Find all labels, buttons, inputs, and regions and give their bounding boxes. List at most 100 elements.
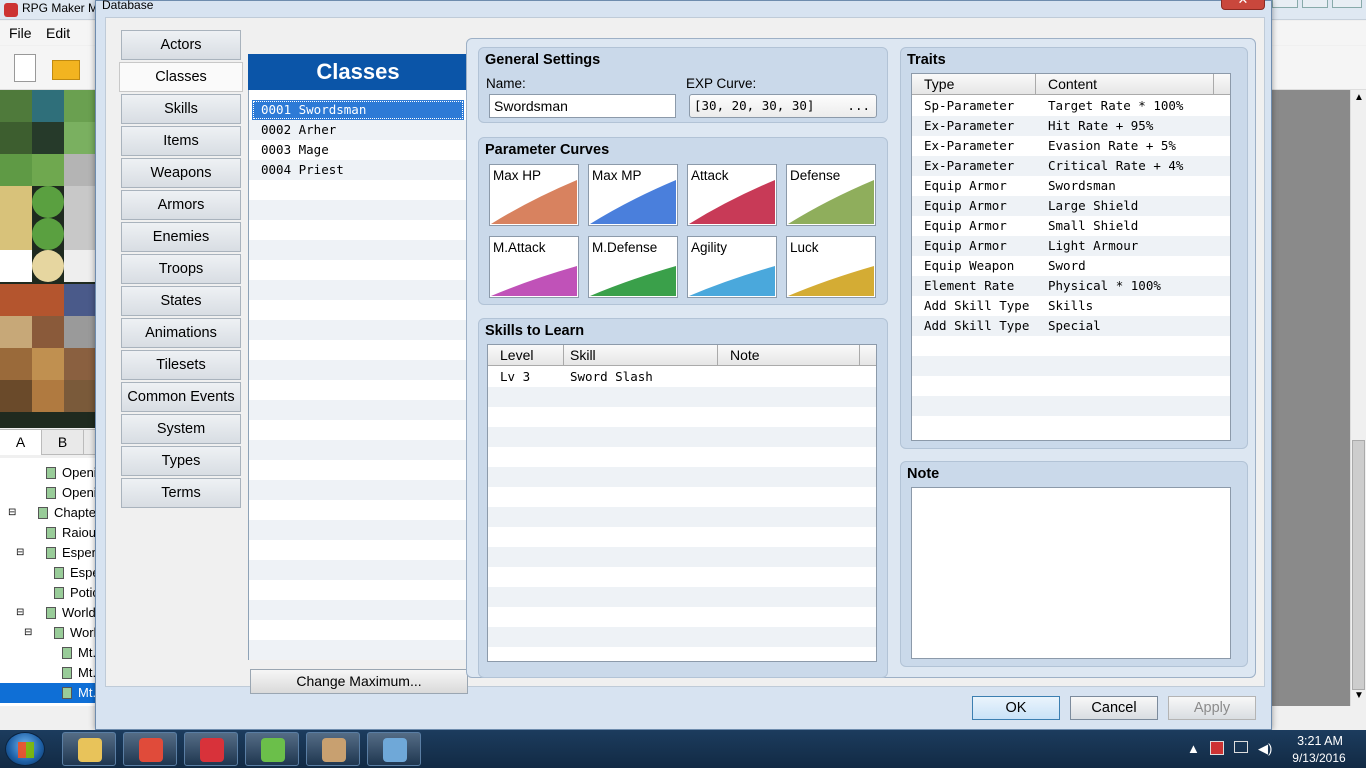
header-content[interactable]: Content [1036, 74, 1214, 95]
start-button[interactable] [5, 732, 45, 766]
taskbar-app[interactable] [367, 732, 421, 766]
header-skill[interactable]: Skill [564, 345, 718, 366]
skill-row-empty[interactable] [488, 467, 876, 487]
class-row-empty[interactable] [249, 340, 467, 360]
tile-tree-2[interactable] [32, 218, 64, 250]
tile-field[interactable] [64, 122, 96, 154]
note-textarea[interactable] [911, 487, 1231, 659]
skill-row-empty[interactable] [488, 607, 876, 627]
taskbar-app[interactable] [184, 732, 238, 766]
curve-attack[interactable]: Attack [687, 164, 777, 226]
category-system[interactable]: System [121, 414, 241, 444]
tile-roof-red-2[interactable] [32, 284, 64, 316]
tile-wood[interactable] [0, 348, 32, 380]
tileset-palette[interactable] [0, 90, 96, 428]
header-type[interactable]: Type [912, 74, 1036, 95]
category-terms[interactable]: Terms [121, 478, 241, 508]
category-armors[interactable]: Armors [121, 190, 241, 220]
curve-m-defense[interactable]: M.Defense [588, 236, 678, 298]
tile-pebbles[interactable] [64, 186, 96, 218]
tile-roof-blue[interactable] [64, 284, 96, 316]
tile-tree[interactable] [32, 186, 64, 218]
scroll-up-icon[interactable]: ▲ [1354, 92, 1364, 103]
traits-table[interactable]: Type Content Sp-Parameter Target Rate * 1… [911, 73, 1231, 441]
curve-agility[interactable]: Agility [687, 236, 777, 298]
tile-rocks[interactable] [32, 122, 64, 154]
map-tree-item[interactable]: ⊟ World [0, 623, 96, 643]
trait-row-empty[interactable] [912, 356, 1230, 376]
category-actors[interactable]: Actors [121, 30, 241, 60]
trait-row[interactable]: Equip Armor Small Shield [912, 216, 1230, 236]
tile-roof-red[interactable] [0, 284, 32, 316]
tile-wall-wood[interactable] [32, 316, 64, 348]
trait-row[interactable]: Equip Armor Large Shield [912, 196, 1230, 216]
tile-wood-3[interactable] [64, 348, 96, 380]
tile-stone[interactable] [64, 154, 96, 186]
class-row-empty[interactable] [249, 220, 467, 240]
class-row-empty[interactable] [249, 420, 467, 440]
tile-bush[interactable] [64, 90, 96, 122]
map-tree-item[interactable]: ⊟ Chapter [0, 503, 96, 523]
map-tree-item[interactable]: Raiou [0, 523, 96, 543]
class-row-empty[interactable] [249, 280, 467, 300]
class-row-empty[interactable] [249, 640, 467, 660]
tile-meadow-2[interactable] [32, 154, 64, 186]
tile-sand-circle[interactable] [32, 250, 64, 282]
taskbar-app[interactable] [62, 732, 116, 766]
collapse-icon[interactable]: ⊟ [16, 603, 24, 623]
menu-file[interactable]: File [9, 25, 32, 41]
volume-icon[interactable]: ◀) [1258, 741, 1272, 757]
restore-icon[interactable] [1302, 0, 1328, 8]
tile-meadow[interactable] [0, 154, 32, 186]
skill-row-empty[interactable] [488, 547, 876, 567]
curve-max mp[interactable]: Max MP [588, 164, 678, 226]
skill-row-empty[interactable] [488, 447, 876, 467]
class-row-empty[interactable] [249, 600, 467, 620]
tile-floor[interactable] [0, 380, 32, 412]
class-row-empty[interactable] [249, 540, 467, 560]
class-row-empty[interactable] [249, 300, 467, 320]
clock-time[interactable]: 3:21 AM [1292, 734, 1348, 748]
skill-row-empty[interactable] [488, 427, 876, 447]
minimize-icon[interactable] [1272, 0, 1298, 8]
map-tree-item[interactable]: Openir [0, 483, 96, 503]
class-row-empty[interactable] [249, 560, 467, 580]
class-row-empty[interactable] [249, 440, 467, 460]
exp-curve-field[interactable]: [30, 20, 30, 30] ... [689, 94, 877, 118]
new-project-icon[interactable] [14, 54, 36, 82]
tile-white-circle[interactable] [64, 250, 96, 282]
scroll-down-icon[interactable]: ▼ [1354, 690, 1364, 701]
curve-luck[interactable]: Luck [786, 236, 876, 298]
class-row[interactable]: 0001 Swordsman [252, 100, 464, 120]
class-row-empty[interactable] [249, 620, 467, 640]
trait-row[interactable]: Ex-Parameter Critical Rate + 4% [912, 156, 1230, 176]
trait-row[interactable]: Ex-Parameter Evasion Rate + 5% [912, 136, 1230, 156]
map-tree-item[interactable]: Potic [0, 583, 96, 603]
trait-row[interactable]: Add Skill Type Special [912, 316, 1230, 336]
tile-floor-3[interactable] [64, 380, 96, 412]
map-tree-item[interactable]: Esper [0, 563, 96, 583]
category-animations[interactable]: Animations [121, 318, 241, 348]
class-row-empty[interactable] [249, 200, 467, 220]
trait-row-empty[interactable] [912, 396, 1230, 416]
close-icon[interactable] [1332, 0, 1362, 8]
category-weapons[interactable]: Weapons [121, 158, 241, 188]
class-row-empty[interactable] [249, 180, 467, 200]
trait-row[interactable]: Element Rate Physical * 100% [912, 276, 1230, 296]
apply-button[interactable]: Apply [1168, 696, 1256, 720]
ok-button[interactable]: OK [972, 696, 1060, 720]
category-items[interactable]: Items [121, 126, 241, 156]
scroll-thumb[interactable] [1352, 440, 1365, 690]
tileset-tab-b[interactable]: B [42, 430, 84, 455]
taskbar-app[interactable] [306, 732, 360, 766]
collapse-icon[interactable]: ⊟ [8, 503, 16, 523]
category-skills[interactable]: Skills [121, 94, 241, 124]
skill-row-empty[interactable] [488, 507, 876, 527]
class-row-empty[interactable] [249, 580, 467, 600]
taskbar-app[interactable] [123, 732, 177, 766]
header-level[interactable]: Level [488, 345, 564, 366]
curve-m-attack[interactable]: M.Attack [489, 236, 579, 298]
map-scrollbar[interactable]: ▲ ▼ [1350, 90, 1366, 706]
skill-row-empty[interactable] [488, 387, 876, 407]
trait-row[interactable]: Equip Weapon Sword [912, 256, 1230, 276]
